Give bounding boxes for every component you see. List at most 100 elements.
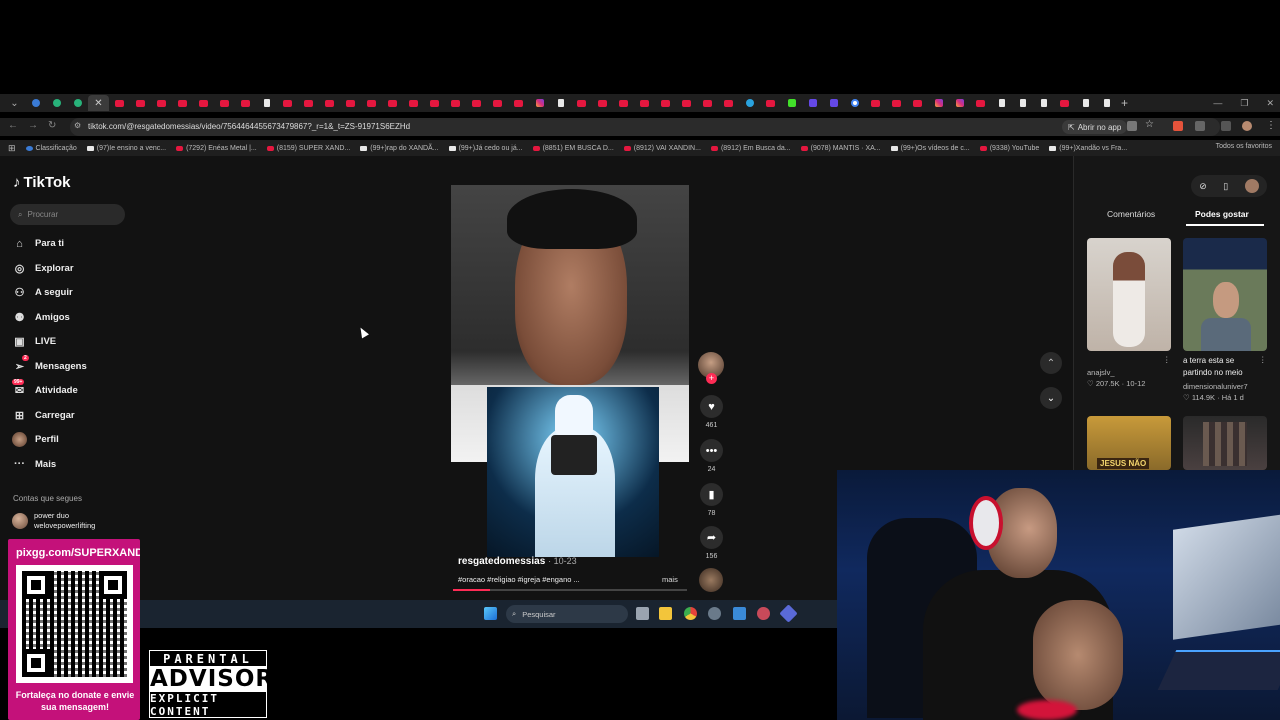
browser-tab[interactable] [991, 95, 1012, 111]
chevron-up-icon[interactable]: ⌃ [1040, 352, 1062, 374]
bookmark-item[interactable]: (97)Ie ensino a venc... [86, 145, 166, 152]
all-bookmarks[interactable]: Todos os favoritos [1216, 143, 1272, 150]
browser-tab[interactable] [865, 95, 886, 111]
browser-tab[interactable] [424, 95, 445, 111]
open-in-app-button[interactable]: ⇱ Abrir no app [1062, 120, 1128, 134]
browser-tab[interactable] [298, 95, 319, 111]
browser-tab[interactable] [928, 95, 949, 111]
browser-tab[interactable] [235, 95, 256, 111]
bookmark-item[interactable]: (99+)rap do XANDÃ... [360, 145, 439, 152]
browser-tab[interactable] [802, 95, 823, 111]
bookmark-item[interactable]: (8851) EM BUSCA D... [532, 145, 614, 152]
browser-tab[interactable] [130, 95, 151, 111]
suggested-video-thumb[interactable] [1087, 238, 1171, 351]
browser-tab[interactable] [256, 95, 277, 111]
close-window-icon[interactable]: ✕ [1266, 98, 1274, 109]
more-link[interactable]: mais [662, 575, 678, 584]
browser-tab[interactable] [676, 95, 697, 111]
suggested-user[interactable]: anajslv_ [1087, 368, 1115, 377]
more-dots-icon[interactable]: ⋮ [1259, 355, 1267, 364]
compass-icon[interactable]: ⊘ [1199, 181, 1207, 192]
browser-tab[interactable] [109, 95, 130, 111]
browser-tab[interactable] [361, 95, 382, 111]
tab-search-icon[interactable]: ⌄ [4, 95, 25, 111]
bookmark-star-icon[interactable]: ☆ [1145, 119, 1154, 130]
browser-tab[interactable] [844, 95, 865, 111]
browser-tab[interactable] [277, 95, 298, 111]
suggested-video-thumb[interactable] [1183, 238, 1267, 351]
browser-tab[interactable] [403, 95, 424, 111]
bookmark-item[interactable]: (9338) YouTube [979, 145, 1039, 152]
browser-tab[interactable] [781, 95, 802, 111]
browser-tab[interactable] [382, 95, 403, 111]
share-icon[interactable]: ➦ [700, 526, 723, 549]
file-explorer-icon[interactable] [659, 607, 672, 620]
sidebar-item-carregar[interactable]: ⊞ Carregar [12, 408, 75, 423]
browser-tab[interactable] [340, 95, 361, 111]
app-icon[interactable] [757, 607, 770, 620]
browser-tab[interactable] [193, 95, 214, 111]
suggested-title[interactable]: a terra esta se partindo no meio [1183, 355, 1263, 379]
bookmark-item[interactable]: (99+)Já cedo ou já... [448, 145, 523, 152]
music-disc[interactable] [699, 568, 723, 592]
sidebar-item-perfil[interactable]: Perfil [12, 432, 59, 447]
avatar[interactable] [1244, 179, 1259, 193]
search-input[interactable]: ⌕ Procurar [10, 204, 125, 225]
like-action[interactable]: ♥ 461 [700, 395, 723, 429]
browser-tab[interactable] [550, 95, 571, 111]
bookmark-item[interactable]: (8912) Em Busca da... [710, 145, 791, 152]
bookmark-item[interactable]: (9078) MANTIS · XA... [800, 145, 881, 152]
active-tab[interactable]: ✕ [88, 95, 109, 111]
browser-tab[interactable] [739, 95, 760, 111]
app-icon[interactable] [733, 607, 746, 620]
chevron-down-icon[interactable]: ⌄ [1040, 387, 1062, 409]
bookmark-icon[interactable]: ▮ [700, 483, 723, 506]
task-view-icon[interactable] [636, 607, 649, 620]
back-icon[interactable]: ← [8, 120, 18, 131]
browser-tab[interactable] [886, 95, 907, 111]
minimize-icon[interactable]: — [1213, 98, 1222, 108]
browser-tab[interactable] [760, 95, 781, 111]
sidebar-item-mensagens[interactable]: ➢ Mensagens 2 [12, 354, 87, 374]
heart-icon[interactable]: ♥ [700, 395, 723, 418]
sidebar-item-atividade[interactable]: ✉ Atividade 99+ [12, 379, 78, 398]
browser-tab[interactable] [823, 95, 844, 111]
menu-dots-icon[interactable]: ⋮ [1266, 120, 1276, 131]
windows-start-icon[interactable] [484, 607, 497, 620]
sidebar-item-live[interactable]: ▣ LIVE [12, 334, 56, 349]
browser-tab[interactable] [466, 95, 487, 111]
url-text[interactable]: tiktok.com/@resgatedomessias/video/75644… [88, 122, 410, 131]
media-icon[interactable] [1221, 121, 1231, 131]
browser-tab[interactable] [592, 95, 613, 111]
comment-action[interactable]: ••• 24 [700, 439, 723, 473]
browser-tab[interactable] [571, 95, 592, 111]
sidebar-item-explorar[interactable]: ◎ Explorar [12, 261, 74, 276]
suggested-user[interactable]: dimensionaluniver7 [1183, 382, 1248, 391]
new-tab-icon[interactable]: + [1121, 96, 1128, 110]
sidebar-item-amigos[interactable]: ⚉ Amigos [12, 310, 70, 325]
bookmark-item[interactable]: (8159) SUPER XAND... [266, 145, 350, 152]
browser-tab[interactable] [697, 95, 718, 111]
bookmark-item[interactable]: Classificação [25, 145, 77, 152]
browser-tab[interactable] [1075, 95, 1096, 111]
save-action[interactable]: ▮ 78 [700, 483, 723, 517]
suggested-video-thumb[interactable]: JESUS NÃO [1087, 416, 1171, 470]
sidebar-item-a-seguir[interactable]: ⚇ A seguir [12, 285, 73, 300]
video-progress-bar[interactable] [453, 589, 687, 591]
chrome-icon[interactable] [684, 607, 697, 620]
browser-tab[interactable] [1096, 95, 1117, 111]
browser-tab[interactable] [1033, 95, 1054, 111]
browser-tab[interactable] [1054, 95, 1075, 111]
tab-comments[interactable]: Comentários [1107, 209, 1155, 219]
browser-tab[interactable] [655, 95, 676, 111]
video-author[interactable]: resgatedomessias · 10-23 [458, 556, 577, 567]
browser-tab[interactable] [319, 95, 340, 111]
site-info-icon[interactable]: ⚙ [74, 121, 81, 130]
tab-you-may-like[interactable]: Podes gostar [1195, 209, 1249, 219]
browser-tab[interactable] [613, 95, 634, 111]
forward-icon[interactable]: → [28, 120, 38, 131]
profile-avatar-icon[interactable] [1242, 121, 1252, 131]
bookmark-item[interactable]: (99+)Os vídeos de c... [890, 145, 970, 152]
sidebar-item-mais[interactable]: ··· Mais [12, 457, 56, 472]
browser-tab[interactable] [529, 95, 550, 111]
